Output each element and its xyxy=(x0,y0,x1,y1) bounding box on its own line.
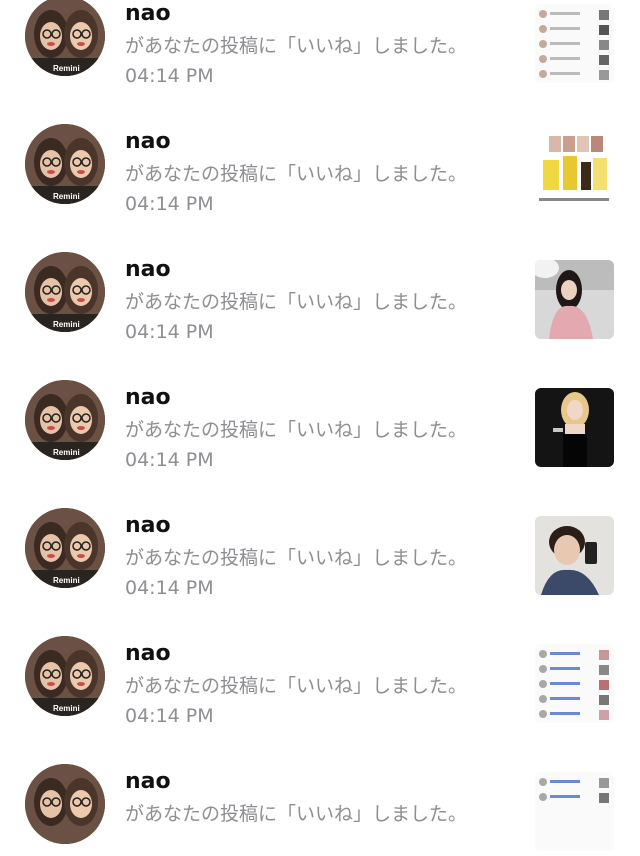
avatar-watermark: Remini xyxy=(53,192,80,201)
username[interactable]: nao xyxy=(125,0,171,28)
post-thumbnail[interactable] xyxy=(535,132,614,211)
avatar-watermark: Remini xyxy=(53,320,80,329)
notification-list-screenshot-icon xyxy=(535,772,614,851)
username[interactable]: nao xyxy=(125,128,171,156)
notification-message: があなたの投稿に「いいね」しました。 xyxy=(125,291,468,313)
username[interactable]: nao xyxy=(125,768,171,796)
avatar-image: Remini xyxy=(25,252,105,332)
notification-message: があなたの投稿に「いいね」しました。 xyxy=(125,35,468,57)
man-mirror-selfie-photo-icon xyxy=(535,516,614,595)
notification-message: があなたの投稿に「いいね」しました。 xyxy=(125,163,468,185)
notification-row[interactable]: Remini nao があなたの投稿に「いいね」しました。 04:14 PM xyxy=(0,0,640,87)
avatar-watermark: Remini xyxy=(53,576,80,585)
post-thumbnail[interactable] xyxy=(535,388,614,467)
post-thumbnail[interactable] xyxy=(535,644,614,723)
avatar[interactable] xyxy=(25,764,105,844)
post-thumbnail[interactable] xyxy=(535,4,614,83)
notification-message: があなたの投稿に「いいね」しました。 xyxy=(125,547,468,569)
notification-row[interactable]: Remini nao があなたの投稿に「いいね」しました。 04:14 PM xyxy=(0,84,640,215)
woman-in-pink-coat-photo-icon xyxy=(535,260,614,339)
avatar-watermark: Remini xyxy=(53,704,80,713)
avatar[interactable]: Remini xyxy=(25,0,105,76)
username[interactable]: nao xyxy=(125,640,171,668)
username[interactable]: nao xyxy=(125,256,171,284)
avatar[interactable]: Remini xyxy=(25,380,105,460)
username[interactable]: nao xyxy=(125,384,171,412)
notification-message: があなたの投稿に「いいね」しました。 xyxy=(125,419,468,441)
avatar-image: Remini xyxy=(25,380,105,460)
notification-message: があなたの投稿に「いいね」しました。 xyxy=(125,675,468,697)
post-thumbnail[interactable] xyxy=(535,516,614,595)
notification-row[interactable]: nao があなたの投稿に「いいね」しました。 xyxy=(0,724,640,852)
notification-row[interactable]: Remini nao があなたの投稿に「いいね」しました。 04:14 PM xyxy=(0,212,640,343)
notification-row[interactable]: Remini nao があなたの投稿に「いいね」しました。 04:14 PM xyxy=(0,468,640,599)
avatar-image: Remini xyxy=(25,636,105,716)
avatar-image xyxy=(25,764,105,844)
post-thumbnail[interactable] xyxy=(535,772,614,851)
avatar[interactable]: Remini xyxy=(25,252,105,332)
avatar-image: Remini xyxy=(25,508,105,588)
username[interactable]: nao xyxy=(125,512,171,540)
avatar[interactable]: Remini xyxy=(25,636,105,716)
avatar-image: Remini xyxy=(25,0,105,76)
notification-list-screenshot-icon xyxy=(535,644,614,723)
notification-row[interactable]: Remini nao があなたの投稿に「いいね」しました。 04:14 PM xyxy=(0,596,640,727)
cosmetics-product-photo-icon xyxy=(535,132,614,211)
avatar[interactable]: Remini xyxy=(25,124,105,204)
avatar-watermark: Remini xyxy=(53,448,80,457)
avatar-watermark: Remini xyxy=(53,64,80,73)
notification-feed: Remini nao があなたの投稿に「いいね」しました。 04:14 PM R… xyxy=(0,0,640,852)
notification-row[interactable]: Remini nao があなたの投稿に「いいね」しました。 04:14 PM xyxy=(0,340,640,471)
avatar-image: Remini xyxy=(25,124,105,204)
notification-list-screenshot-icon xyxy=(535,4,614,83)
notification-message: があなたの投稿に「いいね」しました。 xyxy=(125,803,468,825)
woman-in-black-outfit-photo-icon xyxy=(535,388,614,467)
avatar[interactable]: Remini xyxy=(25,508,105,588)
post-thumbnail[interactable] xyxy=(535,260,614,339)
